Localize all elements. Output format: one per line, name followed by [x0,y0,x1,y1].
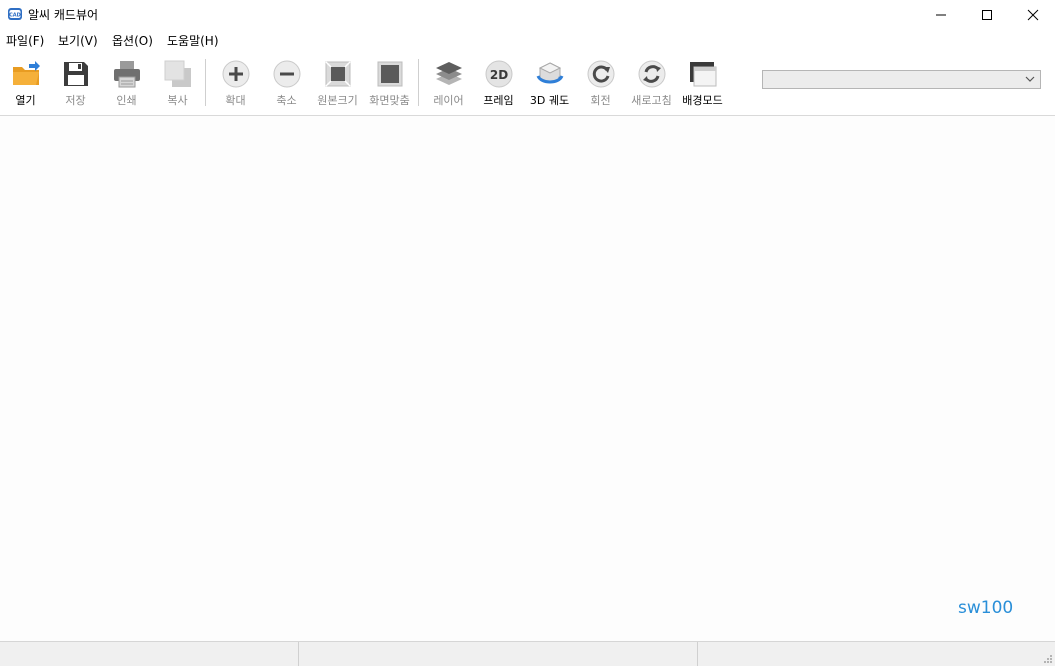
svg-text:CAD: CAD [9,13,21,19]
fit-screen-button[interactable]: 화면맞춤 [364,59,415,111]
frame-icon-text: 2D [489,68,507,82]
status-bar [0,641,1055,666]
layers-icon [435,62,462,85]
zoom-in-button[interactable]: 확대 [210,59,261,111]
status-pane-2 [299,642,698,666]
zoom-out-icon [273,60,300,88]
layout-select[interactable] [762,70,1041,89]
rotate-button[interactable]: 회전 [575,59,626,111]
printer-icon [113,61,140,88]
minimize-icon [936,14,946,16]
frame-button[interactable]: 2D 프레임 [473,59,524,111]
fit-screen-label: 화면맞춤 [369,94,410,107]
save-disk-icon [63,62,88,86]
background-mode-label: 배경모드 [682,94,723,107]
zoom-out-button[interactable]: 축소 [261,59,312,111]
copy-label: 복사 [167,94,188,107]
minimize-button[interactable] [918,0,964,30]
background-mode-icon [689,62,716,87]
copy-icon [164,60,191,87]
window-title: 알씨 캐드뷰어 [28,8,99,22]
refresh-icon [638,60,665,88]
zoom-in-icon [222,60,249,88]
close-icon [1027,9,1039,21]
drawing-canvas[interactable] [0,116,1055,641]
frame-2d-icon: 2D [485,60,512,88]
orbit-3d-button[interactable]: 3D 궤도 [524,59,575,111]
close-button[interactable] [1010,0,1055,30]
maximize-button[interactable] [964,0,1010,30]
orbit-3d-icon [536,62,563,84]
rotate-icon [587,60,614,88]
refresh-button[interactable]: 새로고침 [626,59,677,111]
menu-view[interactable]: 보기(V) [58,32,98,49]
menu-file[interactable]: 파일(F) [6,32,44,49]
menu-help[interactable]: 도움말(H) [167,32,219,49]
maximize-icon [982,10,992,20]
original-size-icon [324,61,351,87]
background-mode-button[interactable]: 배경모드 [677,59,728,111]
app-logo-icon: CAD [8,8,22,20]
copy-button[interactable]: 복사 [152,59,203,111]
title-bar: CAD 알씨 캐드뷰어 [0,0,1055,30]
chevron-down-icon [1025,76,1035,82]
menu-bar: 파일(F) 보기(V) 옵션(O) 도움말(H) [0,30,1055,49]
status-pane-1 [0,642,299,666]
fit-screen-icon [377,61,402,87]
save-button[interactable]: 저장 [50,59,101,111]
resize-grip-icon[interactable] [1043,654,1053,664]
open-folder-icon [12,61,40,85]
print-button[interactable]: 인쇄 [101,59,152,111]
menu-options[interactable]: 옵션(O) [112,32,153,49]
status-pane-3 [698,642,1043,666]
original-size-button[interactable]: 원본크기 [312,59,363,111]
watermark-text: sw100 [958,598,1014,618]
